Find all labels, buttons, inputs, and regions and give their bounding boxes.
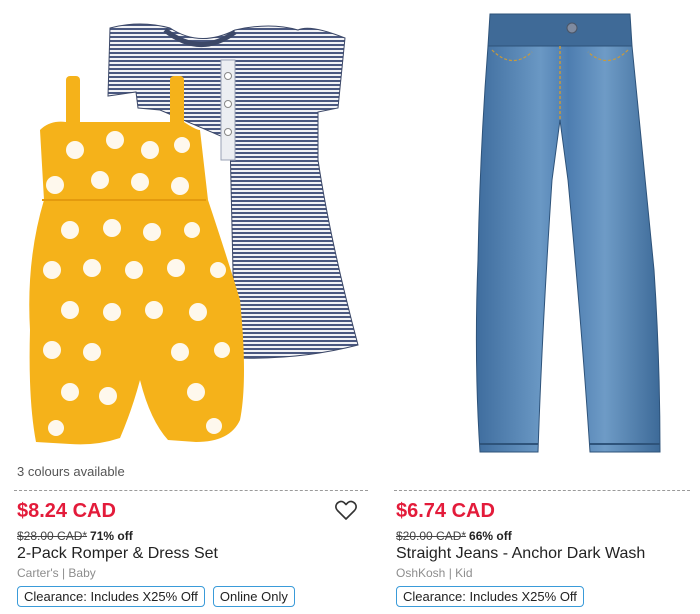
product-card-romper-dress-set[interactable]: 3 colours available $8.24 CAD $28.00 CAD… (0, 0, 380, 614)
original-price: $28.00 CAD* (17, 529, 88, 543)
product-title[interactable]: 2-Pack Romper & Dress Set (17, 545, 218, 563)
discount-percent: 71% off (90, 529, 133, 543)
product-image-straight-jeans[interactable] (392, 0, 700, 460)
product-image-romper-dress-set[interactable] (0, 0, 380, 460)
sale-price: $8.24 CAD (17, 500, 116, 522)
clearance-badge: Clearance: Includes X25% Off (17, 586, 205, 607)
sale-price: $6.74 CAD (396, 500, 495, 522)
jeans-illustration (475, 13, 661, 453)
heart-outline-icon[interactable] (334, 499, 358, 521)
discount-percent: 66% off (469, 529, 512, 543)
divider (14, 490, 368, 491)
divider (394, 490, 690, 491)
clearance-badge: Clearance: Includes X25% Off (396, 586, 584, 607)
original-price: $20.00 CAD* (396, 529, 467, 543)
original-price-row: $20.00 CAD* 66% off (396, 529, 512, 543)
product-brand: OshKosh | Kid (396, 566, 473, 580)
badge-row: Clearance: Includes X25% Off (396, 586, 584, 607)
product-card-straight-jeans[interactable]: $6.74 CAD $20.00 CAD* 66% off Straight Je… (392, 0, 700, 614)
product-brand: Carter's | Baby (17, 566, 96, 580)
original-price-row: $28.00 CAD* 71% off (17, 529, 133, 543)
online-only-badge: Online Only (212, 586, 295, 607)
badge-row: Clearance: Includes X25% Off Online Only (17, 586, 295, 607)
product-title[interactable]: Straight Jeans - Anchor Dark Wash (396, 545, 645, 563)
colours-available: 3 colours available (17, 464, 125, 479)
